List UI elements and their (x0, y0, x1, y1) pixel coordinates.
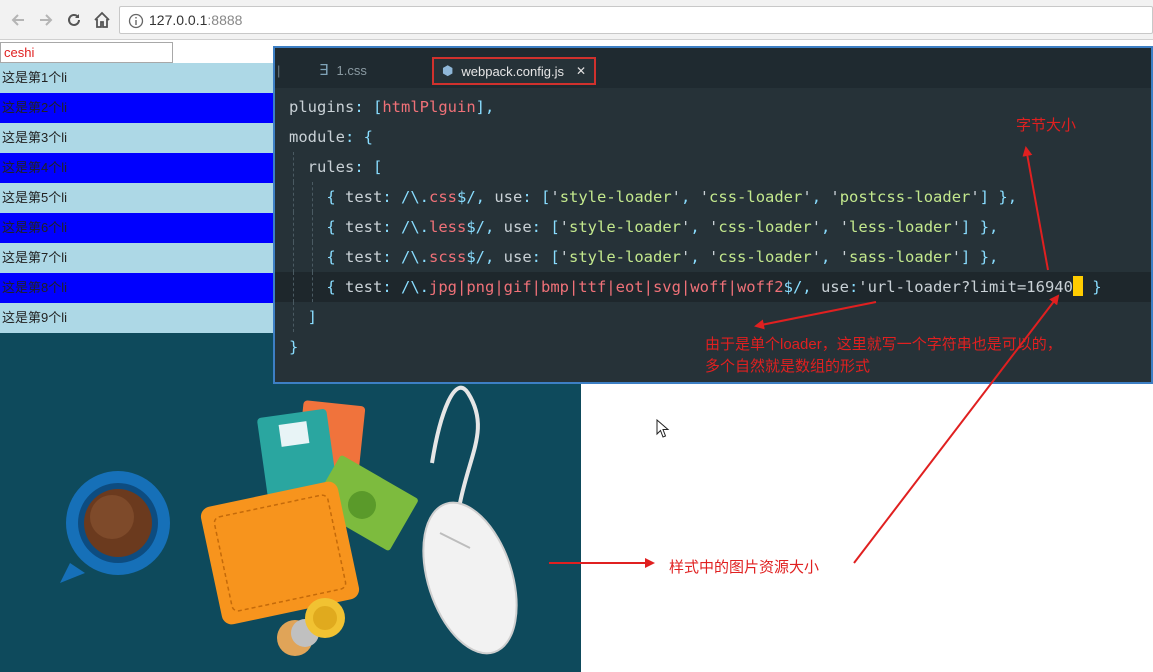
js-file-icon: ⬢ (442, 63, 454, 79)
mouse-pointer-icon (656, 419, 670, 438)
code-token: use (494, 188, 523, 206)
code-token: postcss-loader (839, 188, 971, 206)
code-token: test (345, 188, 383, 206)
close-icon[interactable]: ✕ (576, 64, 586, 78)
list-item: 这是第2个li (0, 93, 300, 123)
tab-label: webpack.config.js (461, 63, 564, 79)
list-item: 这是第7个li (0, 243, 300, 273)
text-cursor (1072, 276, 1083, 296)
code-token: use (503, 218, 532, 236)
url-text[interactable]: 127.0.0.1:8888 (149, 12, 242, 28)
code-token: style-loader (569, 218, 681, 236)
code-line: { test: /\.css$/, use: ['style-loader', … (289, 182, 1151, 212)
code-token: style-loader (569, 248, 681, 266)
css-file-icon: ∃ (319, 61, 329, 79)
annotation-byte-size: 字节大小 (1016, 117, 1077, 134)
info-icon[interactable] (128, 13, 144, 29)
list-item: 这是第3个li (0, 123, 300, 153)
code-token: scss (429, 248, 467, 266)
url-host: 127.0.0.1 (149, 12, 208, 28)
code-token: use (503, 248, 532, 266)
list-item: 这是第9个li (0, 303, 300, 333)
code-token: sass-loader (849, 248, 952, 266)
address-bar[interactable]: 127.0.0.1:8888 (119, 6, 1153, 34)
list-item: 这是第1个li (0, 63, 300, 93)
code-token: css-loader (709, 188, 803, 206)
code-token: css-loader (718, 248, 812, 266)
list-item: 这是第6个li (0, 213, 300, 243)
code-token: test (345, 218, 383, 236)
tab-webpack-config[interactable]: ⬢ webpack.config.js ✕ (432, 57, 597, 85)
test-input[interactable] (0, 42, 173, 63)
code-token: module (289, 128, 345, 146)
editor-tabbar: | ∃ 1.css ⬢ webpack.config.js ✕ (275, 48, 1151, 88)
list-item: 这是第8个li (0, 273, 300, 303)
code-line: { test: /\.less$/, use: ['style-loader',… (289, 212, 1151, 242)
screenshot-root: 127.0.0.1:8888 这是第1个li 这是第2个li 这是第3个li 这… (0, 0, 1153, 672)
code-token: css (429, 188, 457, 206)
code-line: { test: /\.scss$/, use: ['style-loader',… (289, 242, 1151, 272)
list-item: 这是第5个li (0, 183, 300, 213)
code-token: jpg|png|gif|bmp|ttf|eot|svg|woff|woff2 (429, 278, 784, 296)
url-port: :8888 (207, 12, 243, 28)
reload-icon[interactable] (62, 8, 86, 32)
code-token: css-loader (718, 218, 812, 236)
browser-toolbar: 127.0.0.1:8888 (0, 0, 1153, 40)
back-arrow-icon[interactable] (6, 8, 30, 32)
code-token: plugins (289, 98, 355, 116)
li-list: 这是第1个li 这是第2个li 这是第3个li 这是第4个li 这是第5个li … (0, 63, 300, 333)
code-token: test (345, 278, 383, 296)
code-token: url-loader?limit=16940 (867, 278, 1073, 296)
home-icon[interactable] (90, 8, 114, 32)
list-item: 这是第4个li (0, 153, 300, 183)
code-token: less (429, 218, 467, 236)
code-token: rules (307, 158, 355, 176)
code-token: test (345, 248, 383, 266)
code-token: style-loader (559, 188, 672, 206)
code-token: htmlPlguin (382, 98, 476, 116)
annotation-array-form: 多个自然就是数组的形式 (705, 358, 871, 375)
tab-1-css[interactable]: ∃ 1.css (319, 56, 367, 84)
code-line: rules: [ (289, 152, 1151, 182)
code-token: use (820, 278, 849, 296)
annotation-single-loader: 由于是单个loader，这里就写一个字符串也是可以的， (705, 336, 1062, 353)
code-line-current: { test: /\.jpg|png|gif|bmp|ttf|eot|svg|w… (275, 272, 1151, 302)
code-line: ] (289, 302, 1151, 332)
forward-arrow-icon[interactable] (34, 8, 58, 32)
tab-label: 1.css (336, 62, 367, 78)
annotation-image-size: 样式中的图片资源大小 (669, 559, 820, 576)
code-token: less-loader (849, 218, 952, 236)
tab-scroll-edge: | (277, 62, 281, 78)
